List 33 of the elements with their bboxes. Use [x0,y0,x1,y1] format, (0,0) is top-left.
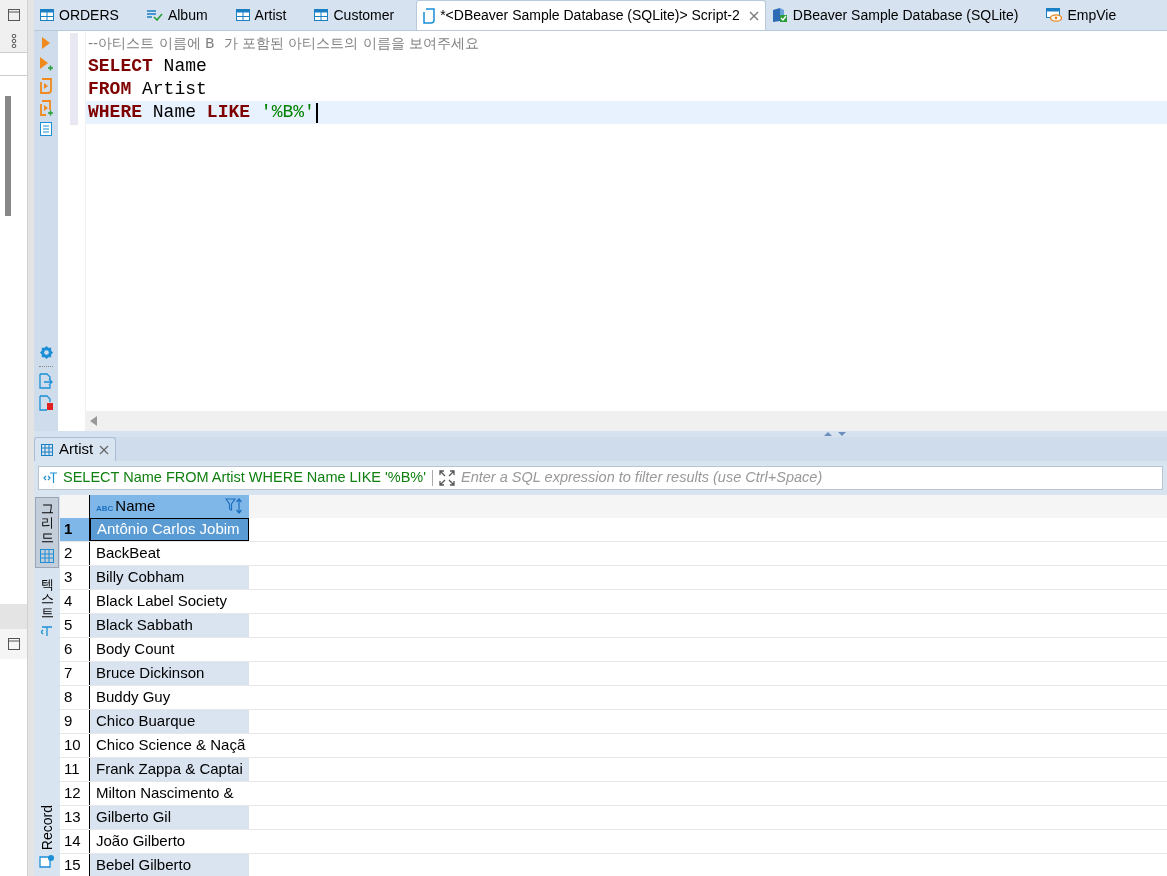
editor-tab[interactable]: Customer [308,0,417,30]
column-label: Name [115,496,157,516]
editor-tab[interactable]: *<DBeaver Sample Database (SQLite)> Script-2 [416,0,766,30]
results-tab[interactable]: Artist [34,437,117,461]
table-cell[interactable]: Gilberto Gil [90,805,249,829]
editor-tab[interactable]: Album [140,0,230,30]
table-cell[interactable]: Frank Zappa & Captai [90,757,249,781]
tab-label: ORDERS [59,5,119,25]
tab-label: Customer [333,5,395,25]
column-header[interactable]: ABC Name [90,495,249,518]
tab-label: *<DBeaver Sample Database (SQLite)> Script-2 [440,6,740,25]
editor-tab[interactable]: ORDERS [34,0,141,30]
type-label: ABC [96,503,114,515]
tab-label: Album [167,5,208,25]
tab-label: DBeaver Sample Database (SQLite) [792,5,1019,25]
row-number[interactable]: 1 [60,517,90,541]
code-line: FROM Artist [87,78,208,101]
editor-tab[interactable]: EmpVie [1040,0,1139,30]
side-tab[interactable]: Record [35,800,59,872]
table-cell[interactable]: Bebel Gilberto [90,853,249,876]
side-tab[interactable]: 텍스트 [35,573,59,641]
tab-label: Artist [254,5,287,25]
table-cell[interactable]: Chico Buarque [90,709,249,733]
code-line: --아티스트 이름에 B 가 포함된 아티스트의 이름을 보여주세요 [87,34,481,53]
side-tab[interactable]: 그리드 [35,497,59,568]
code-line: SELECT Name [87,55,208,78]
query-text: SELECT Name FROM Artist WHERE Name LIKE '%B%' [63,468,427,488]
table-cell[interactable]: Bruce Dickinson [90,661,249,685]
editor-tab[interactable]: Artist [229,0,309,30]
tab-label: EmpVie [1067,5,1117,25]
table-cell[interactable]: Billy Cobham [90,565,249,589]
table-cell[interactable]: Black Sabbath [90,613,249,637]
editor-tab[interactable]: DBeaver Sample Database (SQLite) [765,0,1041,30]
